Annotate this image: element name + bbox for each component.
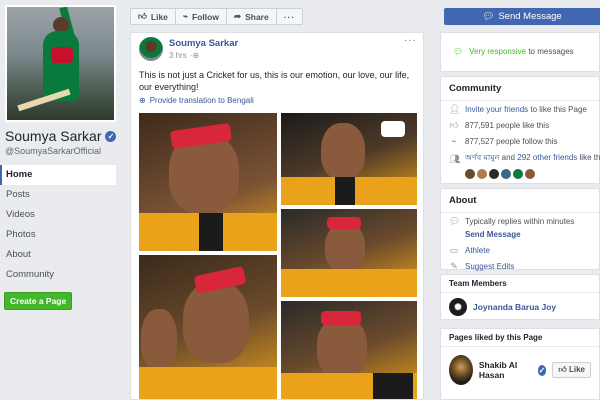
- send-message-link-row[interactable]: Send Message: [441, 229, 599, 242]
- post-card: Soumya Sarkar 3 hrs ·⊕ ··· This is not j…: [130, 32, 424, 400]
- like-page-button[interactable]: 👍︎ Like: [552, 362, 591, 378]
- post-photo[interactable]: [139, 255, 277, 399]
- avatar[interactable]: [489, 169, 499, 179]
- share-arrow-icon: ➦: [233, 11, 242, 21]
- post-options-icon[interactable]: ···: [404, 35, 417, 46]
- nav-item-home[interactable]: Home: [0, 165, 116, 185]
- liked-page-row: Shakib Al Hasan ✓ 👍︎ Like: [441, 347, 599, 393]
- responsiveness-card: 💬︎ Very responsive to messages: [440, 32, 600, 72]
- share-button[interactable]: ➦ Share: [225, 8, 277, 25]
- post-author-name[interactable]: Soumya Sarkar: [169, 38, 238, 49]
- send-message-button[interactable]: 💬︎ Send Message: [444, 8, 600, 25]
- chat-bubble-icon: 💬︎: [453, 47, 464, 56]
- team-title: Team Members: [441, 275, 599, 293]
- avatar[interactable]: [525, 169, 535, 179]
- friends-like-row: 👥︎ অর্ণব মামুন and 292 other friends lik…: [449, 153, 600, 164]
- post-text: This is not just a Cricket for us, this …: [139, 70, 410, 92]
- reply-time-row: 💬︎ Typically replies within minutes: [449, 216, 575, 226]
- suggest-edits-row[interactable]: ✎ Suggest Edits: [441, 258, 599, 274]
- community-card: Community 👤︎ Invite your friends to like…: [440, 76, 600, 184]
- add-friend-icon: 👤︎: [449, 104, 461, 114]
- verified-badge-icon: ✓: [537, 364, 547, 376]
- avatar[interactable]: [465, 169, 475, 179]
- more-options-button[interactable]: ···: [275, 8, 304, 25]
- avatar[interactable]: [477, 169, 487, 179]
- follow-button[interactable]: ⌁ Follow: [174, 8, 227, 25]
- tag-icon: ▭: [449, 245, 459, 255]
- friends-icon: 👥︎: [449, 153, 461, 164]
- messenger-icon: 💬︎: [482, 11, 495, 22]
- rss-follow-icon: ⌁: [182, 11, 189, 21]
- post-photo[interactable]: [281, 209, 417, 297]
- invite-friends-row[interactable]: 👤︎ Invite your friends to like this Page: [441, 101, 599, 117]
- pages-liked-title: Pages liked by this Page: [441, 329, 599, 347]
- nav-item-about[interactable]: About: [0, 245, 116, 265]
- profile-picture[interactable]: [5, 5, 116, 122]
- post-photo[interactable]: [139, 113, 277, 251]
- post-timestamp[interactable]: 3 hrs ·⊕: [169, 51, 199, 60]
- community-title: Community: [441, 77, 599, 101]
- page-nav: Home Posts Videos Photos About Community: [0, 165, 116, 285]
- avatar[interactable]: [449, 355, 473, 385]
- likes-count-row: 👍︎ 877,591 people like this: [449, 120, 550, 130]
- globe-icon: ·⊕: [189, 51, 200, 60]
- rss-follow-icon: ⌁: [451, 136, 457, 146]
- nav-item-photos[interactable]: Photos: [0, 225, 116, 245]
- page-handle: @SoumyaSarkarOfficial: [5, 146, 102, 156]
- avatar[interactable]: ✺: [449, 298, 467, 316]
- create-page-button[interactable]: Create a Page: [4, 292, 73, 310]
- verified-badge-icon: ✓: [105, 130, 117, 142]
- thumbs-up-icon: 👍︎: [138, 11, 147, 21]
- post-author-avatar[interactable]: [139, 37, 163, 61]
- friends-avatars: [441, 168, 599, 179]
- translate-link[interactable]: ⊕ Provide translation to Bengali: [139, 96, 254, 105]
- about-title: About: [441, 189, 599, 213]
- nav-item-community[interactable]: Community: [0, 265, 116, 285]
- left-column: Soumya Sarkar ✓ @SoumyaSarkarOfficial Ho…: [0, 0, 124, 400]
- page-actions: 👍︎ Like ⌁ Follow ➦ Share ···: [130, 8, 304, 25]
- post-photo[interactable]: [281, 301, 417, 399]
- messenger-icon: 💬︎: [449, 216, 461, 226]
- page-title[interactable]: Soumya Sarkar ✓: [5, 128, 117, 144]
- nav-item-posts[interactable]: Posts: [0, 185, 116, 205]
- post-photo[interactable]: [281, 113, 417, 205]
- avatar[interactable]: [501, 169, 511, 179]
- like-button[interactable]: 👍︎ Like: [130, 8, 176, 25]
- team-members-card: Team Members ✺ Joynanda Barua Joy: [440, 274, 600, 320]
- nav-item-videos[interactable]: Videos: [0, 205, 116, 225]
- thumbs-up-icon: 👍︎: [449, 120, 459, 130]
- category-row[interactable]: ▭ Athlete: [441, 242, 599, 258]
- pencil-icon: ✎: [450, 261, 458, 271]
- about-card: About 💬︎ Typically replies within minute…: [440, 188, 600, 271]
- pages-liked-card: Pages liked by this Page Shakib Al Hasan…: [440, 328, 600, 400]
- avatar[interactable]: [513, 169, 523, 179]
- follows-count-row: ⌁ 877,527 people follow this: [441, 133, 599, 149]
- globe-icon: ⊕: [139, 96, 146, 105]
- team-member-row[interactable]: ✺ Joynanda Barua Joy: [441, 293, 599, 321]
